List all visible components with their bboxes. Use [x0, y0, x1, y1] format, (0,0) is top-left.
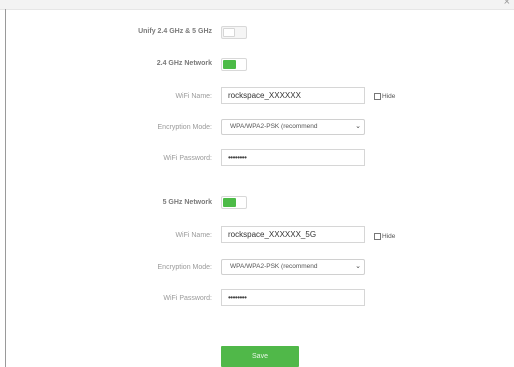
band24-encryption-select[interactable]: WPA/WPA2-PSK (recommend ⌄ [221, 119, 365, 135]
band24-hide-label: Hide [382, 93, 396, 100]
chevron-down-icon: ⌄ [355, 123, 361, 130]
band24-wifi-name-input[interactable]: rockspace_XXXXXX [221, 87, 365, 104]
unify-toggle[interactable] [221, 26, 247, 39]
toggle-knob [223, 60, 236, 69]
band5-encryption-select[interactable]: WPA/WPA2-PSK (recommend ⌄ [221, 259, 365, 275]
save-button[interactable]: Save [221, 346, 299, 367]
band5-hide-label: Hide [382, 233, 396, 240]
band5-wifi-name-input[interactable]: rockspace_XXXXXX_5G [221, 226, 365, 243]
band24-encryption-value: WPA/WPA2-PSK (recommend [230, 123, 318, 130]
toggle-knob [223, 28, 235, 37]
band5-wifi-name-label: WiFi Name: [175, 232, 212, 239]
close-icon[interactable]: × [504, 0, 510, 8]
band24-password-input[interactable]: •••••••• [221, 149, 365, 166]
toggle-knob [223, 198, 236, 207]
band24-toggle[interactable] [221, 58, 247, 71]
band5-hide-checkbox[interactable] [374, 232, 381, 240]
band5-password-label: WiFi Password: [163, 295, 212, 302]
chevron-down-icon: ⌄ [355, 263, 361, 270]
band24-encryption-label: Encryption Mode: [157, 124, 212, 131]
dialog-border [5, 9, 6, 367]
band24-label: 2.4 GHz Network [156, 60, 212, 67]
band24-wifi-name-label: WiFi Name: [175, 93, 212, 100]
unify-label: Unify 2.4 GHz & 5 GHz [138, 28, 212, 35]
band24-hide-checkbox[interactable] [374, 92, 381, 100]
band5-hide-option[interactable]: Hide [374, 232, 395, 242]
band5-toggle[interactable] [221, 196, 247, 209]
band24-password-label: WiFi Password: [163, 155, 212, 162]
band5-encryption-value: WPA/WPA2-PSK (recommend [230, 263, 318, 270]
band5-label: 5 GHz Network [162, 199, 212, 206]
dialog-header: × [0, 0, 514, 10]
band24-hide-option[interactable]: Hide [374, 92, 395, 102]
band5-password-input[interactable]: •••••••• [221, 289, 365, 306]
band5-encryption-label: Encryption Mode: [157, 264, 212, 271]
